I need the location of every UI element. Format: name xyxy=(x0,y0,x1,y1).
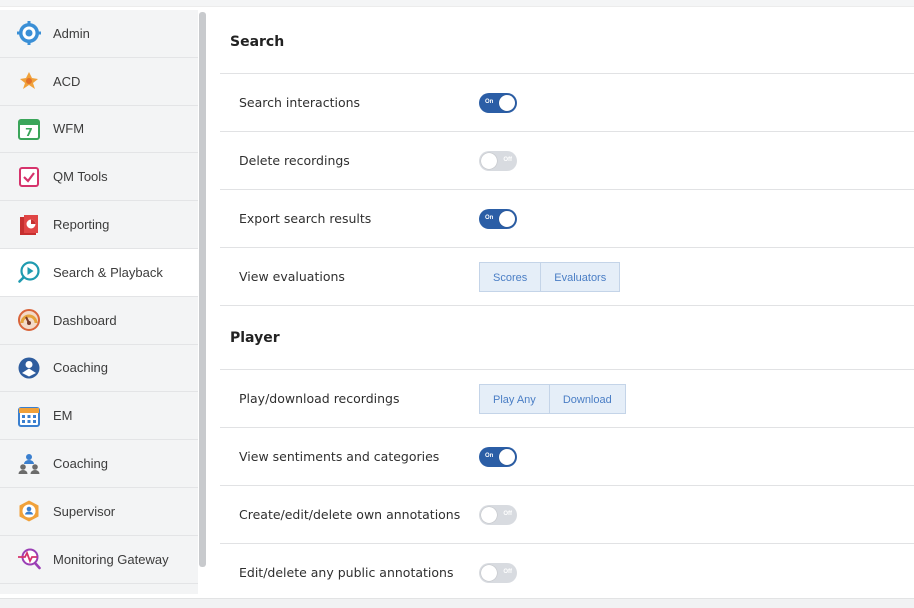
search-playback-icon xyxy=(16,259,42,285)
sidebar-item-search-playback[interactable]: Search & Playback xyxy=(0,248,198,297)
search-interactions-label: Search interactions xyxy=(239,95,361,110)
sidebar-item-label: Admin xyxy=(53,25,90,41)
checkbox-icon xyxy=(16,164,42,190)
sidebar-item-qm-tools[interactable]: QM Tools xyxy=(0,153,198,202)
public-annotations-row: Edit/delete any public annotations Off xyxy=(220,544,914,602)
coaching-icon xyxy=(16,355,42,381)
toggle-knob xyxy=(481,506,497,523)
gear-icon xyxy=(16,20,42,46)
sidebar-item-label: Search & Playback xyxy=(53,264,163,280)
public-annotations-label: Edit/delete any public annotations xyxy=(239,565,454,580)
delete-recordings-row: Delete recordings Off xyxy=(220,132,914,190)
sidebar-item-label: Coaching xyxy=(53,360,108,376)
search-section-title: Search xyxy=(220,10,914,74)
toggle-state-text: On xyxy=(485,214,494,221)
export-search-results-row: Export search results On xyxy=(220,190,914,248)
play-download-segmented: Play Any Download xyxy=(479,383,626,414)
sidebar-item-label: Dashboard xyxy=(53,312,117,328)
sidebar-item-em[interactable]: EM xyxy=(0,392,198,441)
play-any-button[interactable]: Play Any xyxy=(479,383,550,414)
download-button[interactable]: Download xyxy=(548,383,626,414)
sidebar-item-coaching-2[interactable]: Coaching xyxy=(0,440,198,488)
acd-icon xyxy=(16,68,42,94)
own-annotations-label: Create/edit/delete own annotations xyxy=(239,507,461,522)
scores-button[interactable]: Scores xyxy=(479,261,542,292)
search-interactions-row: Search interactions On xyxy=(220,74,914,132)
sidebar-item-label: WFM xyxy=(53,121,85,137)
toggle-knob xyxy=(499,210,515,227)
toggle-state-text: Off xyxy=(503,568,512,575)
own-annotations-row: Create/edit/delete own annotations Off xyxy=(220,486,914,544)
sidebar-scrollbar[interactable] xyxy=(199,12,206,567)
delete-recordings-label: Delete recordings xyxy=(239,153,350,168)
sidebar-item-monitoring-gateway[interactable]: Monitoring Gateway xyxy=(0,536,198,584)
toggle-knob xyxy=(481,152,497,169)
people-icon xyxy=(16,451,42,477)
top-strip xyxy=(0,0,914,7)
reporting-icon xyxy=(16,212,42,238)
evaluators-button[interactable]: Evaluators xyxy=(540,261,621,292)
sidebar-item-label: QM Tools xyxy=(53,169,108,185)
sidebar-item-coaching[interactable]: Coaching xyxy=(0,345,198,393)
view-sentiments-row: View sentiments and categories On xyxy=(220,428,914,486)
export-search-results-label: Export search results xyxy=(239,211,372,226)
calendar-grid-icon xyxy=(16,403,42,429)
toggle-knob xyxy=(499,94,515,111)
supervisor-icon xyxy=(16,498,42,524)
svg-text:7: 7 xyxy=(25,126,33,139)
calendar-icon: 7 xyxy=(16,116,42,142)
sidebar: Admin ACD 7 WFM QM Tools Reporting Searc… xyxy=(0,10,198,594)
permissions-panel: Search Search interactions On Delete rec… xyxy=(220,10,914,602)
view-sentiments-label: View sentiments and categories xyxy=(239,449,440,464)
sidebar-item-acd[interactable]: ACD xyxy=(0,58,198,106)
toggle-knob xyxy=(481,564,497,581)
view-evaluations-label: View evaluations xyxy=(239,269,345,284)
sidebar-item-label: Supervisor xyxy=(53,503,116,519)
search-interactions-toggle[interactable]: On xyxy=(479,92,517,113)
view-sentiments-toggle[interactable]: On xyxy=(479,446,517,467)
bottom-strip xyxy=(0,598,914,608)
play-download-row: Play/download recordings Play Any Downlo… xyxy=(220,370,914,428)
player-section-title: Player xyxy=(220,306,914,370)
public-annotations-toggle[interactable]: Off xyxy=(479,562,517,583)
gauge-icon xyxy=(16,307,42,333)
sidebar-item-wfm[interactable]: 7 WFM xyxy=(0,106,198,154)
toggle-state-text: Off xyxy=(503,510,512,517)
toggle-knob xyxy=(499,448,515,465)
sidebar-item-label: Reporting xyxy=(53,217,110,233)
toggle-state-text: Off xyxy=(503,156,512,163)
sidebar-item-admin[interactable]: Admin xyxy=(0,10,198,58)
sidebar-item-label: Coaching xyxy=(53,456,108,472)
monitor-search-icon xyxy=(16,546,42,572)
sidebar-item-supervisor[interactable]: Supervisor xyxy=(0,488,198,536)
sidebar-item-dashboard[interactable]: Dashboard xyxy=(0,297,198,345)
export-search-results-toggle[interactable]: On xyxy=(479,208,517,229)
sidebar-item-label: ACD xyxy=(53,73,81,89)
toggle-state-text: On xyxy=(485,98,494,105)
toggle-state-text: On xyxy=(485,452,494,459)
view-evaluations-segmented: Scores Evaluators xyxy=(479,261,621,292)
own-annotations-toggle[interactable]: Off xyxy=(479,504,517,525)
delete-recordings-toggle[interactable]: Off xyxy=(479,150,517,171)
sidebar-item-reporting[interactable]: Reporting xyxy=(0,201,198,249)
view-evaluations-row: View evaluations Scores Evaluators xyxy=(220,248,914,306)
sidebar-item-label: EM xyxy=(53,408,73,424)
play-download-label: Play/download recordings xyxy=(239,391,400,406)
sidebar-item-label: Monitoring Gateway xyxy=(53,551,169,567)
